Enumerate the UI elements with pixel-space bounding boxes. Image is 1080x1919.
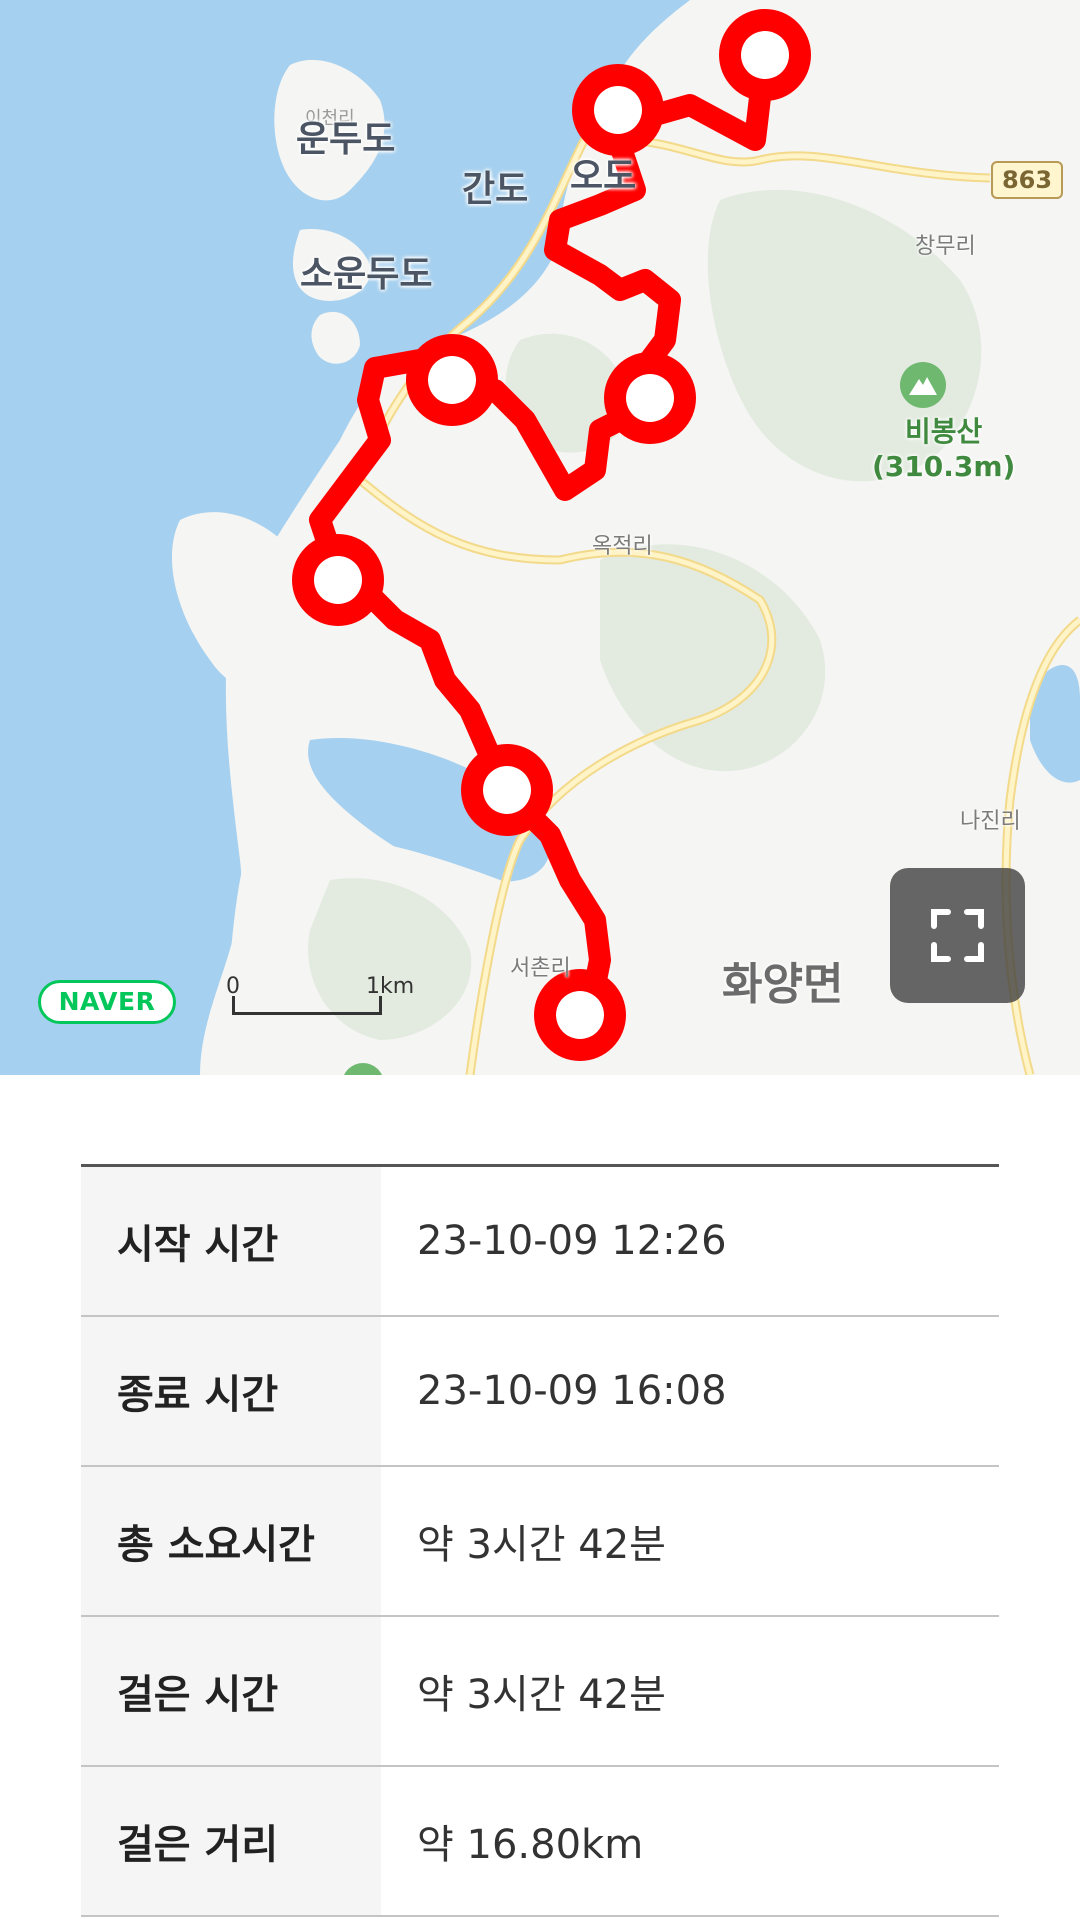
- row-value: 약 3시간 42분: [417, 1672, 666, 1718]
- road-number-badge: 863: [991, 161, 1063, 199]
- map-label-soundudo: 소운두도: [300, 254, 433, 295]
- scale-bar-line: [232, 996, 382, 1015]
- mountain-icon: [900, 362, 946, 408]
- row-value: 약 3시간 42분: [417, 1522, 666, 1568]
- fullscreen-icon: [931, 909, 984, 962]
- scale-unit: 1km: [366, 974, 415, 999]
- mountain-height: (310.3m): [872, 450, 1016, 483]
- walk-summary-table: 시작 시간 23-10-09 12:26 종료 시간 23-10-09 16:0…: [81, 1164, 999, 1917]
- row-label: 시작 시간: [81, 1167, 381, 1315]
- row-label: 총 소요시간: [81, 1467, 381, 1615]
- map-label-odo: 오도: [570, 156, 637, 197]
- route-map[interactable]: 이천리 운두도 간도 오도 소운두도 창무리 옥적리 나진리 서촌리 화양면 8…: [0, 0, 1080, 1075]
- map-label-seochonri: 서촌리: [510, 956, 571, 981]
- map-label-hwayangmyeon: 화양면: [722, 959, 844, 1010]
- map-label-changmuri: 창무리: [915, 234, 976, 259]
- row-value: 23-10-09 16:08: [417, 1368, 727, 1414]
- table-row: 종료 시간 23-10-09 16:08: [81, 1317, 999, 1467]
- scale-bar: 0 1km: [226, 974, 414, 1020]
- map-label-okjeokri: 옥적리: [592, 534, 653, 559]
- row-value: 23-10-09 12:26: [417, 1218, 727, 1264]
- map-label-undudo: 운두도: [296, 119, 396, 160]
- map-label-najinri: 나진리: [960, 809, 1021, 834]
- table-row: 총 소요시간 약 3시간 42분: [81, 1467, 999, 1617]
- table-row: 시작 시간 23-10-09 12:26: [81, 1167, 999, 1317]
- mountain-name: 비봉산: [905, 415, 983, 448]
- row-label: 걸은 시간: [81, 1617, 381, 1765]
- fullscreen-button[interactable]: [890, 868, 1025, 1003]
- table-row: 걸은 거리 약 16.80km: [81, 1767, 999, 1917]
- naver-logo: NAVER: [38, 980, 176, 1024]
- map-label-gando: 간도: [462, 169, 529, 210]
- row-label: 걸은 거리: [81, 1767, 381, 1915]
- row-value: 약 16.80km: [417, 1822, 644, 1868]
- scale-zero: 0: [226, 974, 240, 999]
- table-row: 걸은 시간 약 3시간 42분: [81, 1617, 999, 1767]
- mountain-label: 비봉산 (310.3m): [872, 410, 1015, 483]
- row-label: 종료 시간: [81, 1317, 381, 1465]
